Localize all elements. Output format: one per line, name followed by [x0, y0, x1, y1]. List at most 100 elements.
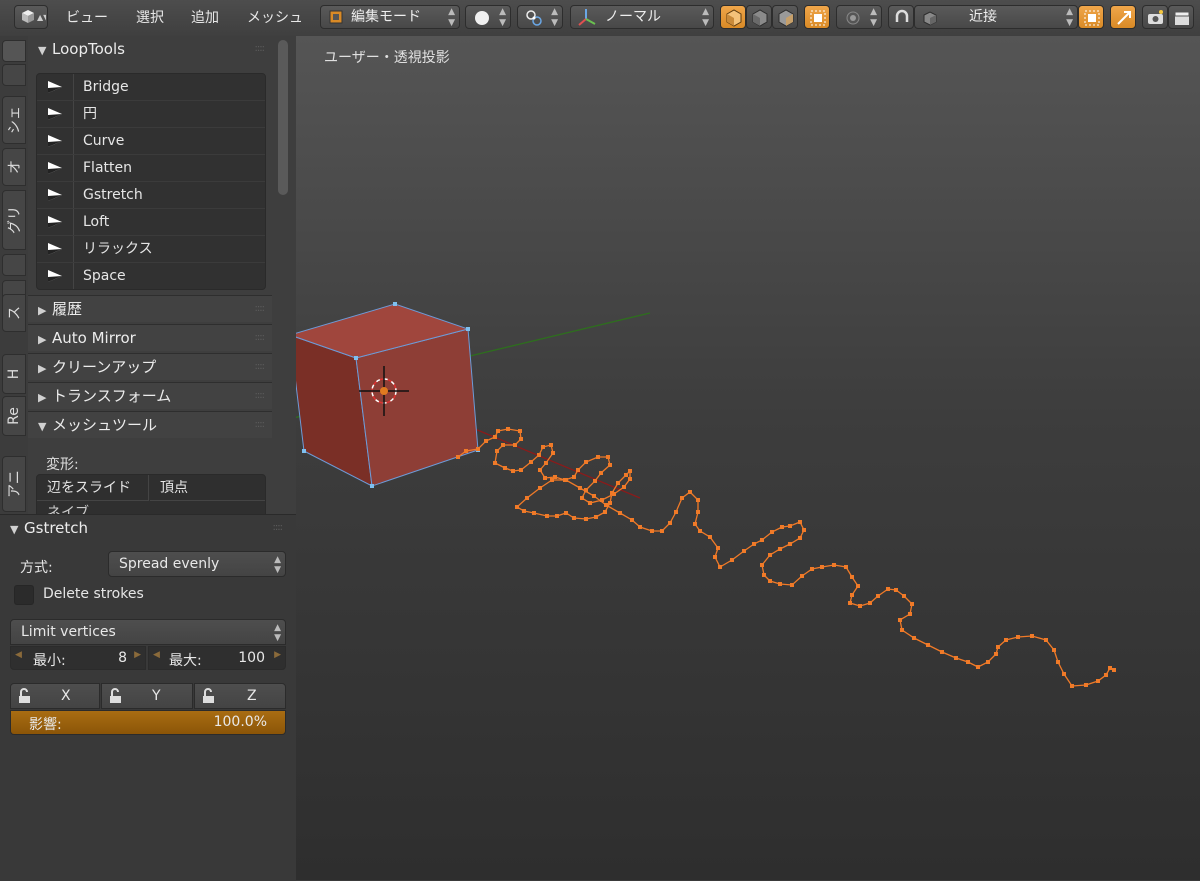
stroke-vertex[interactable]: [986, 660, 990, 664]
stroke-vertex[interactable]: [551, 451, 555, 455]
tab-re[interactable]: Re: [2, 396, 26, 436]
stroke-vertex[interactable]: [894, 588, 898, 592]
menu-mesh[interactable]: メッシュ: [247, 5, 303, 31]
menu-add[interactable]: 追加: [191, 5, 219, 31]
drag-grip-icon[interactable]: ::::: [273, 515, 284, 541]
stroke-vertex[interactable]: [696, 498, 700, 502]
stroke-vertex[interactable]: [1062, 672, 1066, 676]
limit-vertices-toggle[interactable]: Limit vertices ▲ ▼: [10, 619, 286, 645]
stroke-vertex[interactable]: [698, 529, 702, 533]
stroke-vertex[interactable]: [484, 439, 488, 443]
vertex-select-button[interactable]: [720, 5, 746, 29]
stroke-vertex[interactable]: [856, 584, 860, 588]
stroke-vertex[interactable]: [858, 604, 862, 608]
stroke-vertex[interactable]: [493, 435, 497, 439]
stroke-vertex[interactable]: [802, 528, 806, 532]
stroke-vertex[interactable]: [696, 510, 700, 514]
looptools-panel-header[interactable]: ▼ LoopTools ::::: [28, 36, 272, 62]
stroke-vertex[interactable]: [1044, 638, 1048, 642]
stroke-vertex[interactable]: [503, 466, 507, 470]
drag-grip-icon[interactable]: ::::: [255, 36, 266, 62]
stroke-vertex[interactable]: [760, 563, 764, 567]
stroke-vertex[interactable]: [630, 518, 634, 522]
stroke-vertex[interactable]: [1004, 638, 1008, 642]
looptools-bridge-button[interactable]: Bridge: [37, 74, 265, 101]
stroke-vertex[interactable]: [600, 498, 604, 502]
stroke-vertex[interactable]: [800, 574, 804, 578]
stroke-vertex[interactable]: [1056, 660, 1060, 664]
stroke-vertex[interactable]: [850, 593, 854, 597]
tab-tools[interactable]: [2, 40, 26, 62]
stroke-vertex[interactable]: [628, 469, 632, 473]
shelf-scrollbar[interactable]: [278, 40, 288, 500]
stroke-vertex[interactable]: [638, 525, 642, 529]
tab-grease-pencil[interactable]: グリ: [2, 190, 26, 250]
stroke-vertex[interactable]: [610, 491, 614, 495]
stroke-vertex[interactable]: [572, 516, 576, 520]
mode-dropdown[interactable]: 編集モード ▲ ▼: [320, 5, 460, 29]
influence-slider[interactable]: 影響: 100.0%: [10, 710, 286, 735]
stroke-vertex[interactable]: [628, 477, 632, 481]
stroke-vertex[interactable]: [564, 511, 568, 515]
pivot-dropdown[interactable]: ▲ ▼: [517, 5, 563, 29]
stroke-vertex[interactable]: [525, 496, 529, 500]
stroke-vertex[interactable]: [549, 443, 553, 447]
stroke-vertex[interactable]: [713, 555, 717, 559]
increment-arrow-icon[interactable]: ▶: [274, 650, 281, 660]
edge-select-button[interactable]: [746, 5, 772, 29]
gstretch-panel-header[interactable]: ▼ Gstretch ::::: [0, 515, 296, 541]
stroke-vertex[interactable]: [1070, 684, 1074, 688]
tab-h[interactable]: H: [2, 354, 26, 394]
stroke-vertex[interactable]: [850, 575, 854, 579]
editor-type-button[interactable]: ▲▼: [14, 5, 48, 29]
looptools-flatten-button[interactable]: Flatten: [37, 155, 265, 182]
stroke-vertex[interactable]: [604, 503, 608, 507]
stroke-vertex[interactable]: [668, 521, 672, 525]
lock-x-toggle[interactable]: X: [10, 683, 100, 709]
stroke-vertex[interactable]: [902, 594, 906, 598]
increment-arrow-icon[interactable]: ▶: [134, 650, 141, 660]
stroke-vertex[interactable]: [996, 645, 1000, 649]
stroke-vertex[interactable]: [848, 601, 852, 605]
stroke-vertex[interactable]: [555, 514, 559, 518]
stroke-vertex[interactable]: [693, 522, 697, 526]
stroke-vertex[interactable]: [1108, 666, 1112, 670]
limit-selection-button[interactable]: [804, 5, 830, 29]
looptools-circle-button[interactable]: 円: [37, 101, 265, 128]
stroke-vertex[interactable]: [742, 549, 746, 553]
stroke-vertex[interactable]: [545, 514, 549, 518]
drag-grip-icon[interactable]: ::::: [255, 383, 266, 409]
stroke-vertex[interactable]: [760, 538, 764, 542]
stroke-vertex[interactable]: [680, 496, 684, 500]
stroke-vertex[interactable]: [718, 565, 722, 569]
stroke-vertex[interactable]: [495, 449, 499, 453]
stroke-vertex[interactable]: [501, 443, 505, 447]
drag-grip-icon[interactable]: ::::: [255, 296, 266, 322]
stroke-vertex[interactable]: [603, 510, 607, 514]
stroke-vertex[interactable]: [688, 490, 692, 494]
stroke-vertex[interactable]: [584, 517, 588, 521]
stroke-vertex[interactable]: [660, 529, 664, 533]
lock-y-toggle[interactable]: Y: [101, 683, 193, 709]
stroke-vertex[interactable]: [994, 652, 998, 656]
stroke-vertex[interactable]: [588, 501, 592, 505]
stroke-vertex[interactable]: [550, 478, 554, 482]
stroke-vertex[interactable]: [810, 567, 814, 571]
stroke-vertex[interactable]: [788, 524, 792, 528]
stroke-vertex[interactable]: [1016, 635, 1020, 639]
stroke-vertex[interactable]: [616, 481, 620, 485]
tab-sculpt[interactable]: ス: [2, 294, 26, 332]
delete-strokes-checkbox[interactable]: [14, 585, 34, 605]
stroke-vertex[interactable]: [898, 618, 902, 622]
stroke-vertex[interactable]: [778, 547, 782, 551]
stroke-vertex[interactable]: [912, 636, 916, 640]
stroke-vertex[interactable]: [926, 643, 930, 647]
stroke-vertex[interactable]: [798, 520, 802, 524]
looptools-gstretch-button[interactable]: Gstretch: [37, 182, 265, 209]
stroke-vertex[interactable]: [788, 542, 792, 546]
tab-blank-1[interactable]: [2, 254, 26, 276]
stroke-vertex[interactable]: [538, 486, 542, 490]
scrollbar-thumb[interactable]: [278, 40, 288, 195]
decrement-arrow-icon[interactable]: ◀: [15, 650, 22, 660]
stroke-vertex[interactable]: [876, 594, 880, 598]
